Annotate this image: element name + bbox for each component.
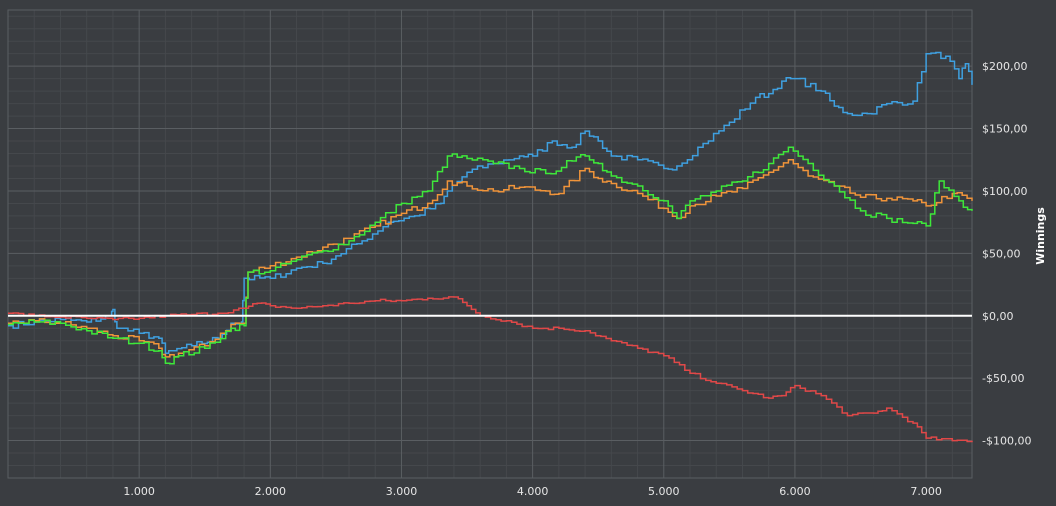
y-tick-label: $200,00 [982, 60, 1028, 73]
winnings-line-chart: 1.000 2.000 3.000 4.000 5.000 6.000 7.000 -$10… [7, 9, 1047, 498]
plot-frame [7, 9, 973, 479]
y-tick-label: -$100,00 [982, 435, 1031, 448]
major-grid [7, 9, 973, 479]
y-tick-label: $150,00 [982, 123, 1028, 136]
chart-container: 1.000 2.000 3.000 4.000 5.000 6.000 7.000 -$10… [0, 0, 1056, 506]
x-tick-label: 4.000 [517, 485, 549, 498]
x-tick-label: 1.000 [123, 485, 155, 498]
y-axis-tick-labels: -$100,00 -$50,00 $0,00 $50,00 $100,00 $150,00… [982, 60, 1031, 447]
x-tick-label: 6.000 [779, 485, 811, 498]
x-tick-label: 7.000 [910, 485, 942, 498]
y-tick-label: $50,00 [982, 247, 1021, 260]
y-axis-title: Winnings [1034, 207, 1047, 265]
y-tick-label: $0,00 [982, 310, 1014, 323]
x-tick-label: 2.000 [255, 485, 287, 498]
x-axis-tick-labels: 1.000 2.000 3.000 4.000 5.000 6.000 7.000 [123, 485, 941, 498]
x-tick-label: 3.000 [386, 485, 418, 498]
series-layer [8, 51, 973, 443]
series-line-1 [8, 51, 973, 354]
y-tick-label: $100,00 [982, 185, 1028, 198]
minor-grid [8, 10, 972, 478]
series-line-4 [8, 296, 973, 443]
series-line-3 [8, 146, 973, 365]
x-tick-label: 5.000 [648, 485, 680, 498]
series-line-2 [8, 159, 973, 358]
y-tick-label: -$50,00 [982, 372, 1024, 385]
